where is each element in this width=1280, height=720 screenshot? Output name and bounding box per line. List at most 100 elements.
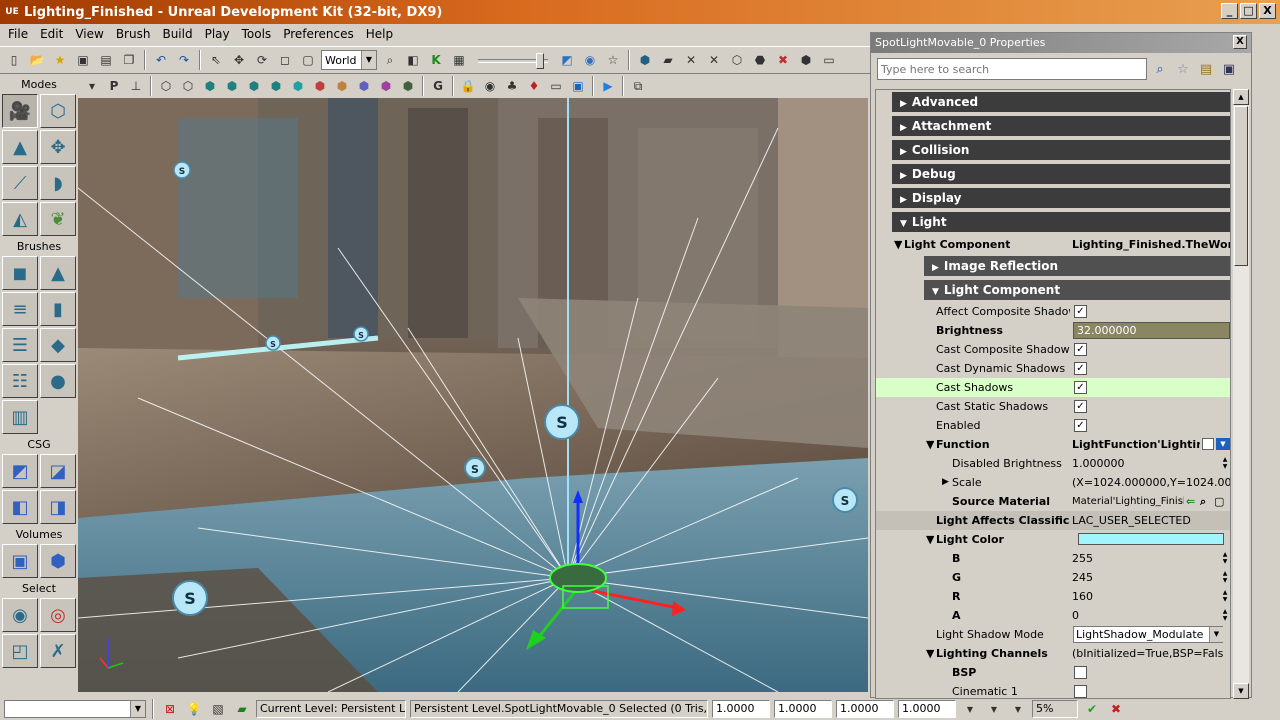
- favorite-icon[interactable]: ★: [50, 50, 70, 70]
- game-view-icon[interactable]: ▭: [546, 76, 566, 96]
- csg-intersect-button[interactable]: ◧: [2, 490, 38, 524]
- save-icon[interactable]: ▣: [73, 50, 93, 70]
- 3d-viewport[interactable]: S S S S S S S: [78, 98, 868, 692]
- matinee-icon[interactable]: ▦: [449, 50, 469, 70]
- spinner-icon[interactable]: ▲ ▼: [1220, 589, 1230, 604]
- category-debug[interactable]: ▶ Debug: [892, 164, 1230, 184]
- tool-b-icon[interactable]: ⬣: [750, 50, 770, 70]
- lighting-channels-row[interactable]: ▼ Lighting Channels (bInitialized=True,B…: [876, 644, 1230, 663]
- subcategory-image-reflection[interactable]: ▶ Image Reflection: [924, 256, 1230, 276]
- scale-nonuniform-icon[interactable]: ▢: [298, 50, 318, 70]
- snap-down-icon[interactable]: ▼: [960, 699, 980, 719]
- affect-composite-checkbox[interactable]: ✓: [1074, 305, 1087, 318]
- use-selected-icon[interactable]: ⇐: [1186, 492, 1195, 511]
- csg-subtract-button[interactable]: ◪: [40, 454, 76, 488]
- undo-icon[interactable]: ↶: [151, 50, 171, 70]
- new-file-icon[interactable]: ▯: [4, 50, 24, 70]
- copy-icon[interactable]: ❐: [119, 50, 139, 70]
- play-in-editor-icon[interactable]: ⬢: [635, 50, 655, 70]
- light-color-swatch[interactable]: [1078, 533, 1224, 545]
- linear-stair-button[interactable]: ☰: [2, 328, 38, 362]
- tool-x2-icon[interactable]: ✕: [704, 50, 724, 70]
- build-paths-icon[interactable]: ☆: [603, 50, 623, 70]
- spinner-icon[interactable]: ▲ ▼: [1220, 456, 1230, 471]
- drag-grid-value-2[interactable]: 1.0000: [774, 700, 832, 718]
- realtime-icon[interactable]: ♦: [524, 76, 544, 96]
- csg-deintersect-button[interactable]: ◨: [40, 490, 76, 524]
- lighting-vis-icon[interactable]: ⬢: [398, 76, 418, 96]
- sphere-brush-button[interactable]: ●: [40, 364, 76, 398]
- subcategory-light-component[interactable]: ▼ Light Component: [924, 280, 1230, 300]
- lock-selection-icon[interactable]: ▣: [1219, 58, 1239, 80]
- landscape-mode-button[interactable]: ◭: [2, 202, 38, 236]
- tool-e-icon[interactable]: ▭: [819, 50, 839, 70]
- menu-tools[interactable]: Tools: [236, 27, 278, 41]
- snap-toggle-icon[interactable]: ▼: [984, 699, 1004, 719]
- kismet-icon[interactable]: K: [426, 50, 446, 70]
- tool-a-icon[interactable]: ⬡: [727, 50, 747, 70]
- zoom-level[interactable]: 5%: [1032, 700, 1078, 718]
- copy-properties-icon[interactable]: ▤: [1196, 58, 1216, 80]
- drag-icon[interactable]: ▧: [208, 699, 228, 719]
- tool-d-icon[interactable]: ⬢: [796, 50, 816, 70]
- brush-wireframe-icon[interactable]: ⬡: [156, 76, 176, 96]
- geometry-mode-button[interactable]: ⬡: [40, 94, 76, 128]
- select-cursor-icon[interactable]: ⇖: [206, 50, 226, 70]
- category-collision[interactable]: ▶ Collision: [892, 140, 1230, 160]
- menu-play[interactable]: Play: [199, 27, 236, 41]
- hide-selected-button[interactable]: ◎: [40, 598, 76, 632]
- bsp-checkbox[interactable]: [1074, 666, 1087, 679]
- detail-lighting-icon[interactable]: ⬢: [244, 76, 264, 96]
- binoculars-icon[interactable]: ⌕: [380, 50, 400, 70]
- light-map-icon[interactable]: ⬢: [376, 76, 396, 96]
- menu-build[interactable]: Build: [156, 27, 198, 41]
- menu-brush[interactable]: Brush: [110, 27, 157, 41]
- close-button[interactable]: X: [1259, 3, 1276, 19]
- light-color-row[interactable]: ▼ Light Color: [876, 530, 1230, 549]
- texture-mode-button[interactable]: ⟋: [2, 166, 38, 200]
- show-selected-button[interactable]: ◉: [2, 598, 38, 632]
- foliage-mode-button[interactable]: ❦: [40, 202, 76, 236]
- color-r-value[interactable]: 160: [1072, 587, 1093, 606]
- scrollbar-thumb[interactable]: [1234, 106, 1248, 266]
- drag-grid-value-4[interactable]: 1.0000: [898, 700, 956, 718]
- color-a-value[interactable]: 0: [1072, 606, 1079, 625]
- camera-mode-button[interactable]: 🎥: [2, 94, 38, 128]
- color-g-value[interactable]: 245: [1072, 568, 1093, 587]
- clear-material-icon[interactable]: ▢: [1214, 492, 1224, 511]
- play-icon[interactable]: ▶: [598, 76, 618, 96]
- texture-density-icon[interactable]: ⬢: [310, 76, 330, 96]
- chevron-down-icon[interactable]: ▼: [1209, 627, 1223, 642]
- cast-static-checkbox[interactable]: ✓: [1074, 400, 1087, 413]
- close-status-icon[interactable]: ✖: [1106, 699, 1126, 719]
- cylinder-brush-button[interactable]: ▮: [40, 292, 76, 326]
- disabled-brightness-value[interactable]: 1.000000: [1072, 454, 1125, 473]
- sheet-brush-button[interactable]: ◆: [40, 328, 76, 362]
- clear-icon[interactable]: [1202, 438, 1214, 450]
- lightmap-density-icon[interactable]: ⬢: [354, 76, 374, 96]
- search-input[interactable]: [877, 58, 1147, 80]
- shadow-mode-select[interactable]: LightShadow_Modulate: [1073, 626, 1223, 643]
- scale-icon[interactable]: ◻: [275, 50, 295, 70]
- maximize-viewport-icon[interactable]: ⧉: [628, 76, 648, 96]
- tool-c-icon[interactable]: ✖: [773, 50, 793, 70]
- cast-dynamic-checkbox[interactable]: ✓: [1074, 362, 1087, 375]
- cube-brush-button[interactable]: ◼: [2, 256, 38, 290]
- spiral-stair-button[interactable]: ☷: [2, 364, 38, 398]
- cinematic-icon[interactable]: ♣: [502, 76, 522, 96]
- chevron-down-icon[interactable]: ▼: [1216, 438, 1230, 450]
- function-row[interactable]: ▼ Function LightFunction'Lighting ▼: [876, 435, 1230, 454]
- lock-icon[interactable]: 🔒: [458, 76, 478, 96]
- enabled-checkbox[interactable]: ✓: [1074, 419, 1087, 432]
- drag-grid-value-1[interactable]: 1.0000: [712, 700, 770, 718]
- coordinate-system-select[interactable]: World ▼: [321, 50, 377, 70]
- grid-toggle-icon[interactable]: ⊠: [160, 699, 180, 719]
- brightness-input[interactable]: 32.000000: [1073, 322, 1230, 339]
- curved-stair-button[interactable]: ≡: [2, 292, 38, 326]
- open-folder-icon[interactable]: 📂: [27, 50, 47, 70]
- build-lighting-icon[interactable]: ◉: [580, 50, 600, 70]
- mesh-paint-mode-button[interactable]: ◗: [40, 166, 76, 200]
- category-light[interactable]: ▼ Light: [892, 212, 1230, 232]
- spinner-icon[interactable]: ▲ ▼: [1220, 551, 1230, 566]
- spinner-icon[interactable]: ▲ ▼: [1220, 608, 1230, 623]
